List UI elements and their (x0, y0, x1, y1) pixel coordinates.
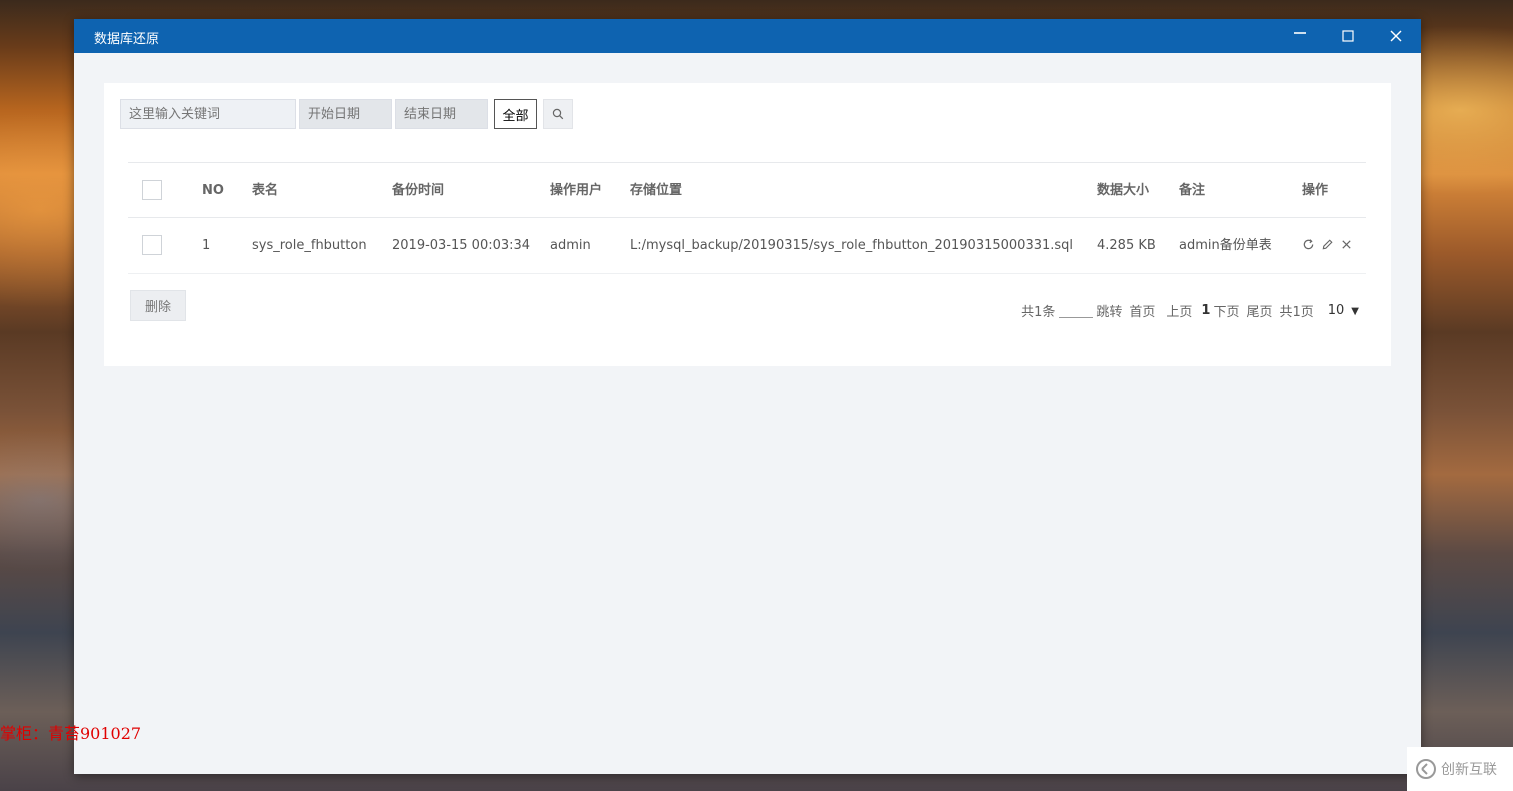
title-bar: 数据库还原 (74, 19, 1421, 53)
end-date-input[interactable] (395, 99, 488, 129)
keyword-input[interactable] (120, 99, 296, 129)
total-pages: 共1页 (1279, 305, 1314, 320)
header-backup-time: 备份时间 (392, 183, 445, 198)
row-no: 1 (202, 238, 211, 253)
pagination: 共1条 跳转 首页 上页 1 下页 尾页 共1页 10 ▼ (1014, 301, 1359, 320)
search-icon (552, 108, 564, 120)
row-actions (1302, 238, 1353, 251)
close-button[interactable] (1373, 19, 1419, 53)
delete-button-label: 删除 (144, 300, 171, 315)
window-title: 数据库还原 (94, 32, 160, 47)
brand-logo: 创新互联 (1407, 747, 1513, 791)
row-table-name: sys_role_fhbutton (252, 238, 367, 253)
brand-name: 创新互联 (1441, 762, 1497, 778)
delete-icon[interactable] (1340, 238, 1353, 251)
header-no: NO (202, 183, 224, 198)
maximize-icon (1342, 30, 1354, 42)
row-operator: admin (550, 238, 591, 253)
content-panel: 全部 NO 表名 备份时间 操作用户 存储位置 数据大小 备注 操作 1 sys… (104, 83, 1391, 366)
edit-icon[interactable] (1321, 238, 1334, 251)
restore-icon[interactable] (1302, 238, 1315, 251)
table-header: NO 表名 备份时间 操作用户 存储位置 数据大小 备注 操作 (128, 162, 1366, 218)
last-page-link[interactable]: 尾页 (1246, 301, 1272, 320)
page-size-select[interactable]: 10 ▼ (1321, 303, 1359, 318)
row-location: L:/mysql_backup/20190315/sys_role_fhbutt… (630, 238, 1074, 253)
watermark-text: 掌柜：青苔901027 (0, 724, 142, 743)
current-page: 1 (1201, 303, 1211, 318)
search-button[interactable] (543, 99, 573, 129)
start-date-input[interactable] (299, 99, 392, 129)
header-actions: 操作 (1302, 183, 1329, 198)
table-row: 1 sys_role_fhbutton 2019-03-15 00:03:34 … (128, 217, 1366, 274)
next-page-link[interactable]: 下页 (1213, 301, 1239, 320)
minimize-button[interactable] (1277, 19, 1323, 53)
jump-link[interactable]: 跳转 (1096, 301, 1122, 320)
header-operator: 操作用户 (550, 183, 603, 198)
header-table-name: 表名 (252, 183, 279, 198)
row-size: 4.285 KB (1097, 238, 1156, 253)
header-note: 备注 (1179, 183, 1206, 198)
type-select-value: 全部 (502, 108, 529, 124)
page-size-value: 10 (1327, 303, 1345, 318)
minimize-icon (1294, 32, 1306, 34)
header-location: 存储位置 (630, 183, 683, 198)
type-select[interactable]: 全部 (494, 99, 537, 129)
select-all-checkbox[interactable] (142, 180, 162, 200)
chevron-down-icon: ▼ (1351, 306, 1359, 317)
brand-icon (1416, 759, 1436, 779)
close-icon (1390, 30, 1402, 42)
delete-button[interactable]: 删除 (130, 290, 186, 321)
header-size: 数据大小 (1097, 183, 1150, 198)
row-checkbox[interactable] (142, 235, 162, 255)
restore-dialog: 数据库还原 全部 NO 表名 备份时间 操作用户 存储位置 数据大小 备注 操作 (74, 19, 1421, 774)
total-count: 共1条 (1021, 305, 1056, 320)
prev-page-link[interactable]: 上页 (1166, 301, 1192, 320)
jump-page-input[interactable] (1059, 303, 1094, 318)
maximize-button[interactable] (1325, 19, 1371, 53)
row-note: admin备份单表 (1179, 238, 1272, 253)
row-backup-time: 2019-03-15 00:03:34 (392, 238, 531, 253)
first-page-link[interactable]: 首页 (1129, 301, 1155, 320)
